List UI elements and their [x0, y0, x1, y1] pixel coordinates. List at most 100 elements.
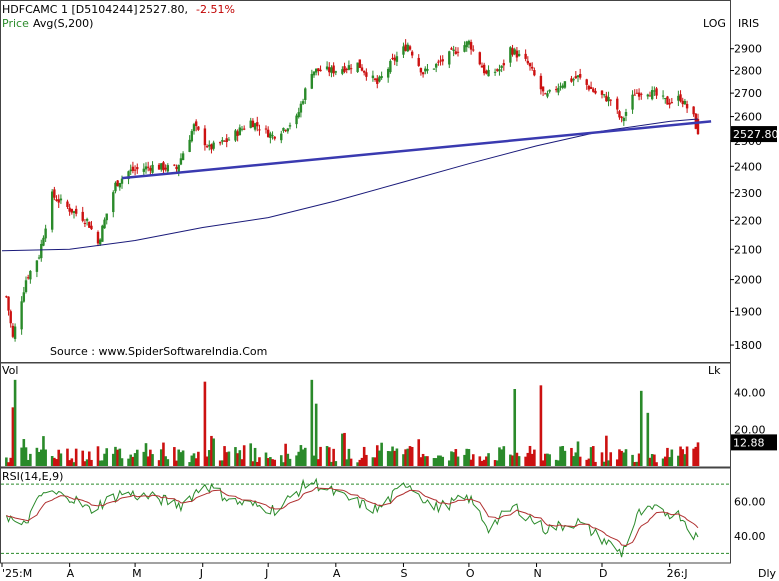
x-tick-label: 26:J	[667, 567, 688, 580]
volume-bar	[426, 456, 429, 466]
candle-body	[5, 296, 8, 298]
candle-body	[469, 42, 473, 50]
candle-body	[13, 326, 17, 339]
candle-body	[35, 260, 39, 272]
candle-body	[402, 46, 405, 55]
price-tick-label: 2100	[734, 243, 762, 256]
candle-body	[68, 207, 71, 212]
candle-body	[312, 71, 316, 76]
candle-body	[299, 103, 303, 113]
candle-body	[238, 127, 242, 136]
candle-body	[576, 75, 580, 78]
candle-body	[360, 67, 364, 71]
price-tick-label: 2700	[734, 87, 762, 100]
candle-body	[83, 222, 87, 224]
candle-body	[53, 189, 56, 198]
candle-body	[681, 100, 684, 105]
candle-body	[570, 78, 573, 82]
candle-body	[264, 128, 268, 130]
candle-body	[574, 76, 578, 79]
candle-body	[72, 211, 76, 213]
candle-body	[517, 53, 521, 57]
candle-body	[319, 69, 322, 72]
x-tick-label: J	[264, 567, 268, 580]
candle-body	[343, 66, 346, 72]
candle-body	[256, 122, 259, 127]
candle-body	[683, 100, 687, 105]
candle-body	[332, 65, 335, 74]
price-last-label: 2527.80	[733, 128, 779, 141]
volume-bar	[120, 458, 124, 466]
candle-body	[395, 56, 399, 62]
trendline	[121, 120, 712, 180]
candle-body	[410, 51, 414, 56]
candle-body	[434, 63, 438, 68]
volume-bar	[74, 448, 78, 466]
candle-body	[456, 51, 460, 53]
candle-body	[480, 65, 484, 68]
candle-body	[188, 139, 191, 152]
candle-body	[20, 301, 23, 330]
candle-body	[544, 93, 547, 95]
candle-body	[149, 168, 152, 171]
candle-body	[114, 182, 117, 192]
price-tick-label: 2200	[734, 214, 762, 227]
candle-body	[197, 126, 200, 130]
candle-body	[496, 69, 499, 71]
volume-bar	[227, 451, 231, 466]
candle-body	[133, 169, 137, 171]
candle-body	[129, 169, 132, 172]
candle-body	[389, 60, 392, 73]
candle-body	[624, 112, 628, 116]
candle-body	[212, 142, 215, 149]
candle-body	[554, 89, 558, 91]
log-label[interactable]: LOG	[703, 17, 726, 30]
candle-body	[478, 52, 482, 65]
volume-bar	[517, 456, 521, 466]
candle-body	[103, 219, 106, 229]
volume-bar	[594, 461, 597, 466]
candle-body	[365, 72, 368, 77]
volume-bar	[181, 450, 185, 466]
candle-body	[533, 70, 536, 76]
candle-body	[66, 201, 69, 207]
candle-body	[559, 86, 562, 88]
candle-body	[594, 90, 597, 94]
candle-body	[467, 40, 471, 45]
last-price-label: 2527.80,	[139, 3, 188, 16]
candle-body	[166, 165, 170, 172]
candle-body	[286, 128, 290, 132]
candle-body	[42, 237, 45, 246]
volume-bar	[349, 458, 353, 466]
rsi-line	[5, 477, 699, 558]
candle-body	[585, 79, 588, 85]
candle-body	[648, 95, 652, 97]
volume-bar	[203, 381, 207, 466]
candle-body	[548, 89, 551, 92]
candle-body	[157, 164, 161, 170]
candle-body	[295, 115, 298, 125]
candle-body	[271, 135, 274, 137]
iris-label[interactable]: IRIS	[738, 17, 759, 30]
candle-body	[472, 49, 475, 51]
candle-body	[288, 125, 292, 127]
candle-body	[88, 221, 91, 228]
candle-body	[258, 129, 261, 131]
candle-body	[249, 120, 252, 128]
candle-body	[266, 129, 270, 138]
volume-bar	[310, 379, 314, 466]
candle-body	[424, 68, 427, 72]
candle-body	[26, 277, 30, 279]
candle-body	[221, 139, 224, 142]
candle-body	[439, 60, 442, 62]
candle-body	[225, 138, 228, 143]
period-label[interactable]: Dly	[758, 567, 777, 580]
rsi-panel	[0, 467, 731, 564]
candle-body	[85, 218, 89, 221]
volume-bar	[59, 453, 63, 466]
candle-body	[482, 64, 486, 74]
candle-body	[373, 78, 377, 80]
candle-body	[587, 85, 591, 90]
volume-bar	[609, 452, 613, 466]
volume-tick-label: 40.00	[734, 387, 766, 400]
